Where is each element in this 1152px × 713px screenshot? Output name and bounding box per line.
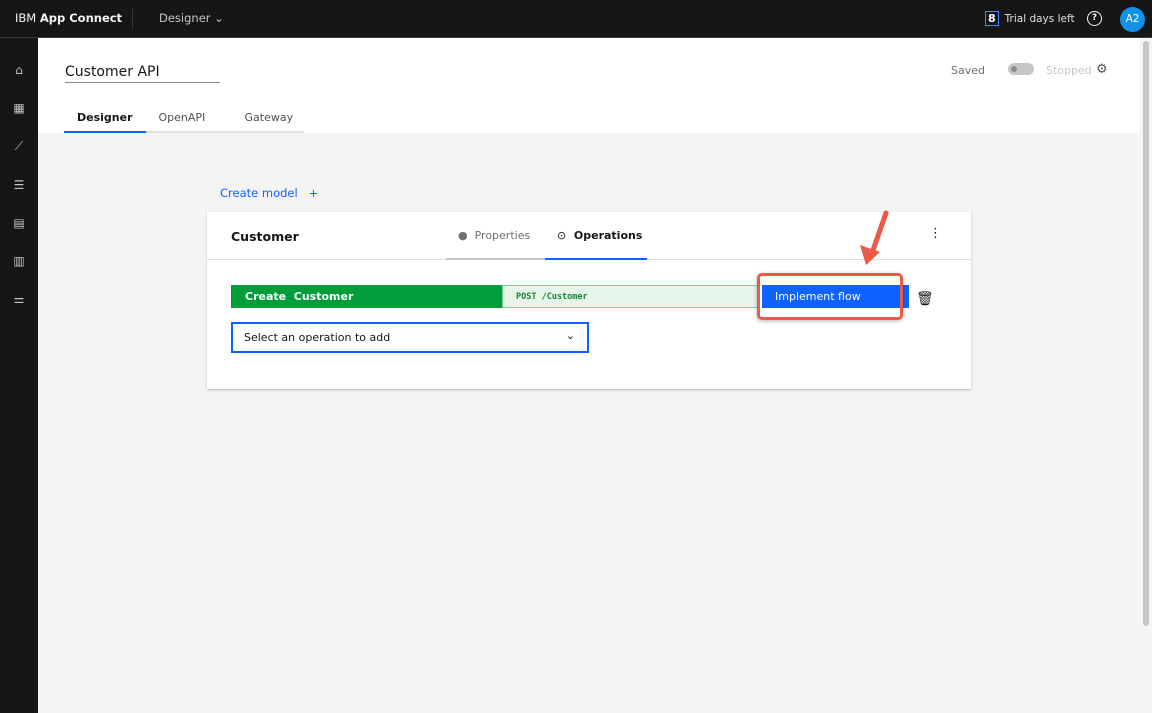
page-tabs: Designer OpenAPI Gateway: [64, 104, 304, 133]
save-status: Saved: [951, 64, 985, 77]
api-name-input[interactable]: Customer API: [65, 64, 220, 83]
tab-gateway[interactable]: Gateway: [231, 104, 304, 133]
chart-icon[interactable]: ⟋: [12, 139, 26, 153]
tab-designer[interactable]: Designer: [64, 104, 146, 133]
sidebar: ⌂ ▦ ⟋ ☰ ▤ ▥ ⚌: [0, 38, 38, 713]
settings-sliders-icon[interactable]: ⚌: [12, 292, 26, 306]
divider: [132, 9, 133, 29]
tab-properties[interactable]: ● Properties: [446, 212, 545, 260]
overflow-menu-icon[interactable]: ⋮: [929, 226, 942, 241]
operation-path: POST /Customer: [502, 285, 760, 308]
trash-icon[interactable]: 🗑: [916, 291, 934, 307]
tab-operations[interactable]: ⊙ Operations: [545, 212, 647, 260]
brand-logo[interactable]: IBM App Connect: [15, 11, 122, 25]
scrollbar[interactable]: [1140, 38, 1152, 713]
templates-icon[interactable]: ▤: [12, 216, 26, 230]
create-model-link[interactable]: Create model +: [220, 186, 318, 200]
plus-icon: +: [308, 186, 319, 200]
avatar[interactable]: A2: [1120, 7, 1145, 32]
run-status: Stopped: [1046, 64, 1092, 77]
catalog-icon[interactable]: ☰: [12, 178, 26, 192]
help-icon[interactable]: ?: [1087, 11, 1102, 26]
highlight-box: [757, 273, 903, 320]
model-title: Customer: [231, 229, 299, 244]
top-bar: IBM App Connect Designer ⌄ 8 Trial days l…: [0, 0, 1152, 38]
chevron-down-icon: ⌄: [214, 11, 224, 25]
ellipsis-circle-icon: ⊙: [557, 229, 567, 242]
chevron-down-icon: ⌄: [565, 329, 575, 342]
page-header: Customer API Saved Stopped ⚙ Designer Op…: [38, 38, 1140, 133]
tab-openapi[interactable]: OpenAPI: [145, 104, 232, 133]
checkmark-icon: ●: [458, 229, 468, 242]
dashboard-icon[interactable]: ▦: [12, 101, 26, 115]
app-switcher[interactable]: Designer ⌄: [159, 11, 224, 25]
home-icon[interactable]: ⌂: [12, 63, 26, 77]
scrollbar-thumb[interactable]: [1143, 41, 1149, 626]
trial-indicator: 8 Trial days left: [985, 11, 1075, 26]
clipboard-icon[interactable]: ▥: [12, 254, 26, 268]
annotation-arrow-icon: [860, 210, 889, 265]
start-stop-toggle[interactable]: [1008, 63, 1034, 75]
operation-name: Create Customer: [231, 285, 502, 308]
gear-icon[interactable]: ⚙: [1096, 62, 1108, 77]
operation-select[interactable]: Select an operation to add ⌄: [231, 322, 589, 353]
